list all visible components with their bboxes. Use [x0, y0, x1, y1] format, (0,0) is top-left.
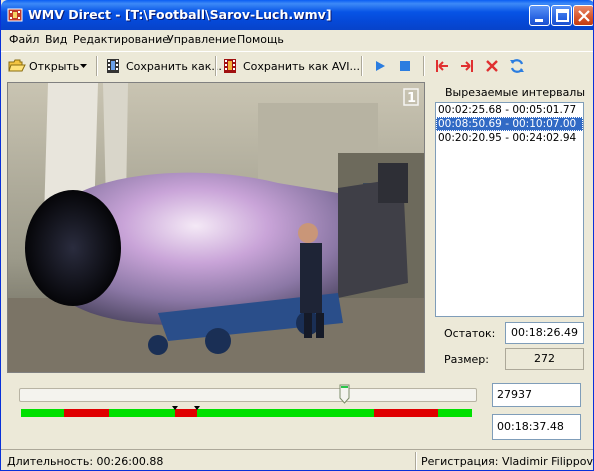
save-as-avi-label: Сохранить как AVI...: [243, 59, 360, 73]
mark-start-icon: [436, 60, 448, 72]
minimize-icon: [535, 19, 543, 22]
video-frame-icon: 1: [8, 83, 424, 372]
toolbar-separator: [215, 56, 217, 76]
slider-thumb[interactable]: [339, 384, 350, 404]
intervals-list[interactable]: 00:02:25.68 - 00:05:01.77 00:08:50.69 - …: [435, 102, 584, 317]
film-icon: [7, 8, 23, 22]
delete-interval-button[interactable]: [485, 55, 499, 77]
toolbar-separator: [423, 56, 425, 76]
mark-end-icon: [461, 60, 473, 72]
selection-end-marker: [194, 406, 200, 410]
menu-bar: Файл Вид Редактирование Управление Помощ…: [1, 30, 593, 49]
menu-control[interactable]: Управление: [167, 33, 236, 46]
refresh-button[interactable]: [509, 55, 525, 77]
close-button[interactable]: [573, 5, 593, 26]
list-item[interactable]: 00:20:20.95 - 00:24:02.94: [436, 131, 583, 145]
maximize-icon: [556, 9, 569, 22]
duration-status: Длительность: 00:26:00.88: [7, 455, 164, 468]
mark-end-button[interactable]: [459, 55, 475, 77]
save-avi-icon: [224, 59, 236, 73]
video-preview[interactable]: 1: [7, 82, 425, 373]
play-button[interactable]: [373, 55, 387, 77]
close-icon: [578, 10, 590, 22]
mark-start-button[interactable]: [434, 55, 450, 77]
delete-icon: [486, 60, 498, 72]
status-bar: Длительность: 00:26:00.88 Регистрация: V…: [1, 449, 594, 470]
cut-segment[interactable]: [64, 409, 109, 417]
save-as-label: Сохранить как...: [126, 59, 222, 73]
window-title: WMV Direct - [T:\Football\Sarov-Luch.wmv…: [28, 7, 332, 22]
frame-number-field[interactable]: 27937: [492, 383, 581, 407]
cut-segment-selected[interactable]: [175, 409, 197, 417]
main-window: WMV Direct - [T:\Football\Sarov-Luch.wmv…: [0, 0, 594, 471]
open-label: Открыть: [29, 59, 80, 73]
channel-logo: 1: [407, 91, 416, 106]
remaining-value: 00:18:26.49: [505, 322, 584, 344]
minimize-button[interactable]: [529, 5, 550, 26]
maximize-button[interactable]: [551, 5, 572, 26]
cut-segment[interactable]: [374, 409, 438, 417]
stop-icon: [400, 61, 410, 71]
size-value: 272: [505, 348, 584, 370]
open-folder-icon: [8, 59, 26, 72]
status-divider: [415, 452, 417, 470]
toolbar: Открыть Сохранить как... Сохранить как A…: [1, 51, 593, 79]
play-icon: [376, 61, 385, 71]
stop-button[interactable]: [398, 55, 412, 77]
time-position-field[interactable]: 00:18:37.48: [492, 414, 581, 440]
menu-view[interactable]: Вид: [45, 33, 67, 46]
toolbar-separator: [361, 56, 363, 76]
refresh-icon: [510, 59, 524, 73]
open-dropdown[interactable]: [80, 55, 87, 77]
size-label: Размер:: [444, 353, 489, 366]
registration-status: Регистрация: Vladimir Filippov: [421, 455, 594, 468]
save-as-button[interactable]: Сохранить как...: [105, 55, 222, 77]
remaining-label: Остаток:: [444, 327, 496, 340]
menu-edit[interactable]: Редактирование: [73, 33, 169, 46]
intervals-header: Вырезаемые интервалы: [445, 86, 586, 99]
dropdown-arrow-icon: [80, 64, 87, 68]
menu-help[interactable]: Помощь: [237, 33, 284, 46]
list-item-selected[interactable]: 00:08:50.69 - 00:10:07.00: [436, 117, 583, 131]
menu-file[interactable]: Файл: [9, 33, 39, 46]
selection-start-marker: [172, 406, 178, 410]
open-button[interactable]: Открыть: [8, 55, 79, 77]
save-film-icon: [107, 59, 119, 73]
save-as-avi-button[interactable]: Сохранить как AVI...: [222, 55, 360, 77]
title-bar[interactable]: WMV Direct - [T:\Football\Sarov-Luch.wmv…: [1, 0, 593, 30]
cut-timeline[interactable]: [21, 409, 472, 417]
list-item[interactable]: 00:02:25.68 - 00:05:01.77: [436, 103, 583, 117]
toolbar-separator: [96, 56, 98, 76]
position-slider[interactable]: [19, 388, 477, 402]
